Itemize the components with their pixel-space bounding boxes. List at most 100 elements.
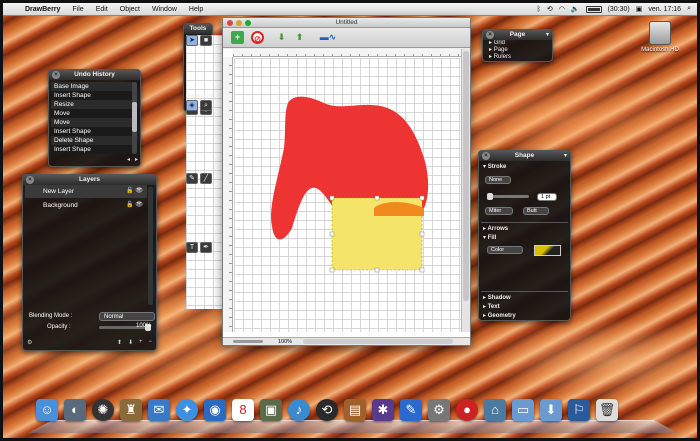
undo-forward-icon[interactable]: ▸ <box>135 156 138 164</box>
menu-edit[interactable]: Edit <box>90 6 114 13</box>
documents-folder-icon[interactable]: ▭ <box>512 399 534 421</box>
zoom-tool-icon[interactable]: ⌕ <box>200 100 212 111</box>
zoom-slider[interactable] <box>233 340 263 343</box>
finder-icon[interactable]: ☺ <box>36 399 58 421</box>
page-section-rulers[interactable]: ▸ Rulers <box>483 54 552 61</box>
layer-row-new-layer[interactable]: New Layer 🔓 👁 <box>25 185 147 198</box>
join-select[interactable]: Miter <box>485 207 513 215</box>
cap-select[interactable]: Butt <box>523 207 549 215</box>
undo-item[interactable]: Move <box>51 118 133 127</box>
bluetooth-icon[interactable]: ᛒ <box>537 6 541 13</box>
eye-icon[interactable]: 👁 <box>135 188 143 194</box>
handle-top-center[interactable] <box>374 195 380 201</box>
flag-icon[interactable]: ▣ <box>636 5 643 13</box>
new-shape-icon[interactable]: + <box>231 31 244 44</box>
minimize-window-icon[interactable] <box>236 20 242 26</box>
menubar-clock[interactable]: ven. 17:16 <box>648 6 681 13</box>
page-section-grid[interactable]: ▸ Grid <box>483 40 552 47</box>
handle-bottom-right[interactable] <box>419 267 425 273</box>
wifi-icon[interactable]: ◠ <box>559 5 565 13</box>
spotlight-icon[interactable]: ⌕ <box>687 5 691 13</box>
menu-help[interactable]: Help <box>183 6 209 13</box>
network-icon[interactable]: ⚐ <box>568 399 590 421</box>
undo-item[interactable]: Base Image <box>51 82 133 91</box>
menu-window[interactable]: Window <box>146 6 183 13</box>
undo-history-title-bar[interactable]: × Undo History <box>49 70 140 80</box>
stroke-style-select[interactable]: None <box>485 176 511 184</box>
stroke-width-field[interactable]: 1 pt <box>537 193 557 201</box>
menu-object[interactable]: Object <box>114 6 146 13</box>
lock-icon[interactable]: 🔓 <box>126 202 133 208</box>
chevron-down-icon[interactable]: ▾ <box>564 151 567 161</box>
trash-icon[interactable]: 🗑 <box>596 399 618 421</box>
select-arrow-icon[interactable]: ➤ <box>186 35 198 46</box>
close-icon[interactable]: × <box>26 176 34 184</box>
downloads-folder-icon[interactable]: ⬇ <box>540 399 562 421</box>
undo-scrollbar[interactable] <box>132 82 137 154</box>
itunes-star-icon[interactable]: ✱ <box>372 399 394 421</box>
itunes-icon[interactable]: ♪ <box>288 399 310 421</box>
vertical-scrollbar[interactable] <box>461 49 470 332</box>
system-preferences-icon[interactable]: ⚙ <box>428 399 450 421</box>
rectangle-tool-icon[interactable]: ■ <box>200 35 212 46</box>
undo-item[interactable]: Move <box>51 109 133 118</box>
automator-icon[interactable]: ♜ <box>120 399 142 421</box>
blending-mode-select[interactable]: Normal <box>99 312 155 321</box>
move-down-icon[interactable]: ⬇ <box>275 31 288 44</box>
bezier-tool-icon[interactable]: ✎ <box>186 173 198 184</box>
undo-item[interactable]: Insert Shape <box>51 145 133 154</box>
volume-icon[interactable]: 🔈 <box>571 5 580 13</box>
handle-top-right[interactable] <box>419 195 425 201</box>
safari-icon[interactable]: ✦ <box>176 399 198 421</box>
undo-item[interactable]: Insert Shape <box>51 91 133 100</box>
applications-folder-icon[interactable]: ⌂ <box>484 399 506 421</box>
undo-item[interactable]: Resize <box>51 100 133 109</box>
undo-item[interactable]: Delete Shape <box>51 136 133 145</box>
stroke-width-slider[interactable] <box>487 193 529 200</box>
dashboard-icon[interactable]: ◐ <box>64 399 86 421</box>
horizontal-scrollbar[interactable] <box>303 339 453 344</box>
mail-icon[interactable]: ✉ <box>148 399 170 421</box>
fill-type-select[interactable]: Color <box>487 246 523 254</box>
ichat-icon[interactable]: ◉ <box>204 399 226 421</box>
shadow-section[interactable]: ▸ Shadow <box>483 294 511 301</box>
zoom-window-icon[interactable] <box>245 20 251 26</box>
document-title-bar[interactable]: Untitled <box>223 18 470 28</box>
text-section[interactable]: ▸ Text <box>483 303 500 310</box>
close-icon[interactable]: × <box>52 71 60 79</box>
layers-scrollbar[interactable] <box>148 187 153 305</box>
shape-title-bar[interactable]: × Shape ▾ <box>479 151 570 161</box>
arrows-section[interactable]: ▸ Arrows <box>483 225 508 232</box>
close-icon[interactable]: × <box>486 31 494 39</box>
menu-file[interactable]: File <box>66 6 89 13</box>
layers-title-bar[interactable]: × Layers <box>23 175 156 185</box>
macintosh-hd-desktop-icon[interactable]: Macintosh HD <box>640 21 680 53</box>
page-section-page[interactable]: ▸ Page <box>483 47 552 54</box>
stroke-preview-icon[interactable]: ▬∿ <box>315 31 341 44</box>
eyedropper-tool-icon[interactable]: ✒ <box>200 242 212 253</box>
layers-add-icon[interactable]: ⚙ <box>27 339 32 347</box>
layer-down-icon[interactable]: ⬇ <box>128 339 133 347</box>
ical-icon[interactable]: 8 <box>232 399 254 421</box>
geometry-section[interactable]: ▸ Geometry <box>483 312 516 319</box>
layer-remove-icon[interactable]: − <box>148 339 152 347</box>
inspector-shapes-icon[interactable]: ◈ <box>186 100 198 111</box>
battery-icon[interactable] <box>585 5 602 13</box>
handle-top-left[interactable] <box>329 195 335 201</box>
handle-mid-right[interactable] <box>419 231 425 237</box>
preview-icon[interactable]: ▤ <box>344 399 366 421</box>
line-tool-icon[interactable]: ╱ <box>200 173 212 184</box>
iphoto-icon[interactable]: ▣ <box>260 399 282 421</box>
menu-app-name[interactable]: DrawBerry <box>19 6 66 13</box>
close-icon[interactable]: × <box>482 152 490 160</box>
move-up-icon[interactable]: ⬆ <box>293 31 306 44</box>
undo-back-icon[interactable]: ◂ <box>127 156 130 164</box>
fill-color-swatch[interactable] <box>534 245 561 256</box>
mission-control-icon[interactable]: ✺ <box>92 399 114 421</box>
layer-up-icon[interactable]: ⬆ <box>117 339 122 347</box>
stop-icon[interactable]: ⊘ <box>251 31 264 44</box>
text-tool-icon[interactable]: T <box>186 242 198 253</box>
xcode-icon[interactable]: ✎ <box>400 399 422 421</box>
time-machine-icon[interactable]: ⟲ <box>316 399 338 421</box>
eye-icon[interactable]: 👁 <box>135 202 143 208</box>
